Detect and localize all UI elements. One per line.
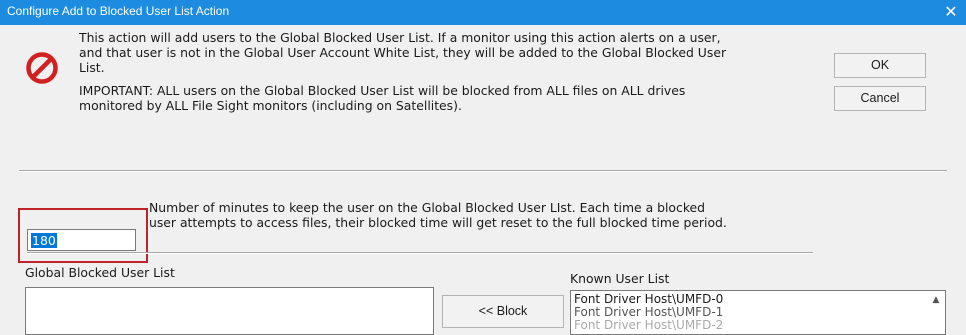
known-list-label: Known User List (570, 271, 670, 286)
no-entry-icon (26, 52, 58, 84)
blocked-list-label: Global Blocked User List (25, 265, 175, 280)
list-item[interactable]: Font Driver Host\UMFD-2 (574, 319, 723, 332)
middle-divider (27, 252, 813, 254)
cancel-button[interactable]: Cancel (834, 86, 926, 111)
close-icon[interactable]: ✕ (940, 1, 962, 23)
minutes-help-line-1: Number of minutes to keep the user on th… (149, 200, 706, 215)
known-user-list[interactable]: Font Driver Host\UMFD-0 Font Driver Host… (570, 290, 946, 335)
scroll-up-arrow-icon[interactable]: ▲ (930, 295, 942, 305)
important-line-1: IMPORTANT: ALL users on the Global Block… (79, 83, 686, 98)
minutes-help-line-2: user attempts to access files, their blo… (149, 215, 727, 230)
window-title: Configure Add to Blocked User List Actio… (7, 4, 230, 18)
description-line-1: This action will add users to the Global… (79, 30, 721, 45)
ok-button[interactable]: OK (834, 53, 926, 78)
block-button[interactable]: << Block (442, 295, 564, 328)
dialog-body: This action will add users to the Global… (0, 25, 966, 335)
blocked-user-list[interactable] (25, 287, 434, 335)
important-line-2: monitored by ALL File Sight monitors (in… (79, 98, 462, 113)
annotation-highlight-box (18, 208, 148, 263)
description-line-2: and that user is not in the Global User … (79, 45, 727, 60)
description-line-3: List. (79, 60, 105, 75)
top-divider (19, 170, 947, 172)
title-bar: Configure Add to Blocked User List Actio… (0, 0, 966, 25)
